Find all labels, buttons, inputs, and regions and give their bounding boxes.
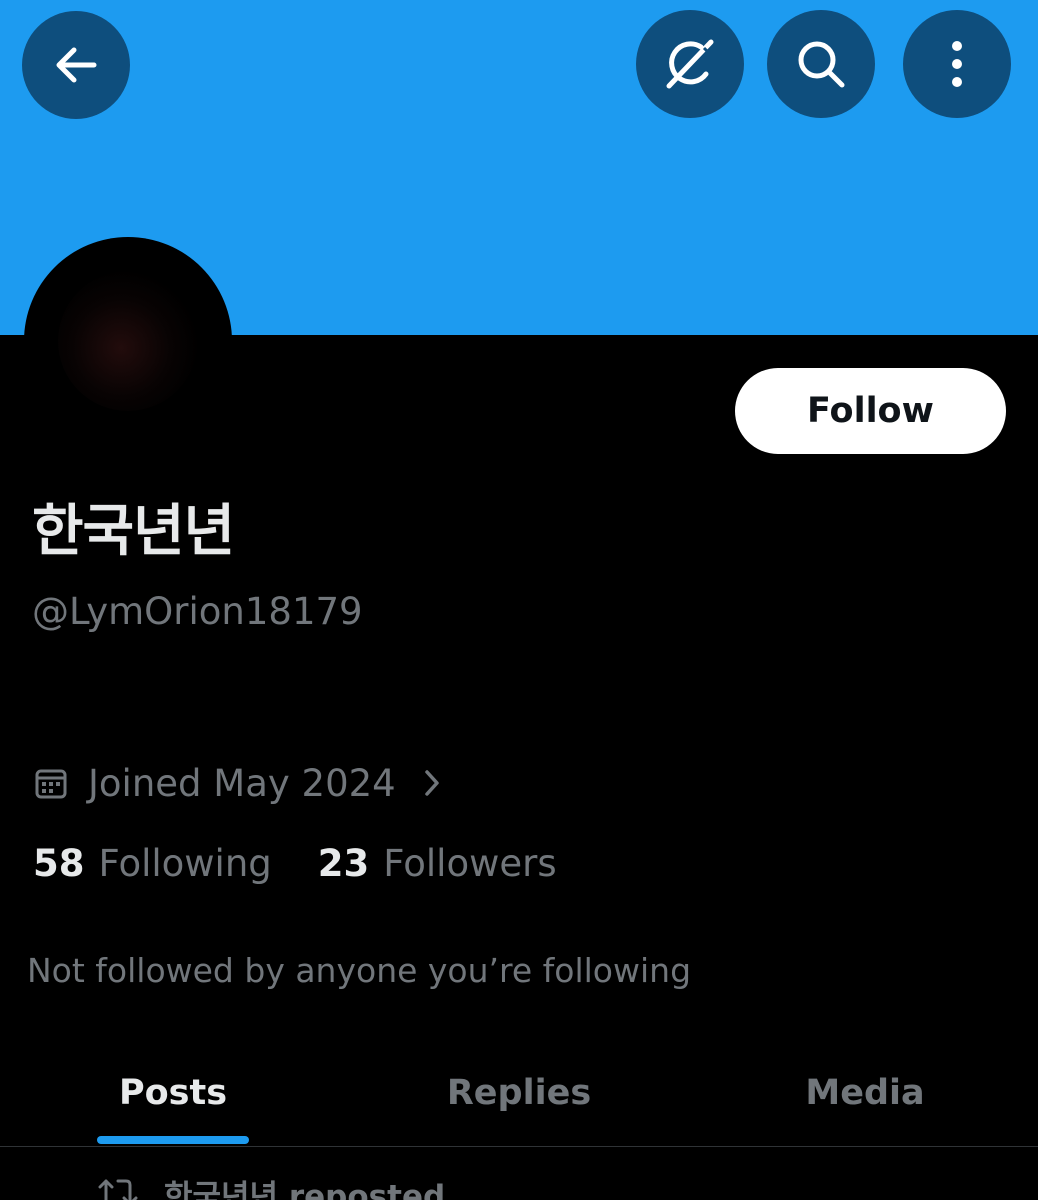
repost-icon bbox=[98, 1179, 138, 1200]
user-handle: @LymOrion18179 bbox=[32, 590, 363, 633]
following-label: Following bbox=[98, 842, 272, 885]
more-options-button[interactable] bbox=[903, 10, 1011, 118]
follow-stats: 58 Following 23 Followers bbox=[33, 842, 557, 894]
grok-icon bbox=[666, 39, 714, 89]
avatar-image bbox=[58, 271, 198, 411]
avatar[interactable] bbox=[24, 237, 232, 445]
calendar-icon bbox=[35, 769, 67, 799]
following-count: 58 bbox=[33, 842, 85, 885]
tab-replies[interactable]: Replies bbox=[346, 1040, 692, 1146]
follow-button[interactable]: Follow bbox=[735, 368, 1006, 454]
more-vertical-icon bbox=[952, 41, 962, 87]
search-button[interactable] bbox=[767, 10, 875, 118]
tab-media[interactable]: Media bbox=[692, 1040, 1038, 1146]
chevron-right-icon bbox=[424, 770, 439, 796]
followers-label: Followers bbox=[383, 842, 557, 885]
repost-label: 한국년년 reposted bbox=[164, 1178, 446, 1200]
grok-button[interactable] bbox=[636, 10, 744, 118]
followers-you-know-text: Not followed by anyone you’re following bbox=[27, 951, 692, 990]
profile-tabs: Posts Replies Media bbox=[0, 1040, 1038, 1146]
display-name: 한국년년 bbox=[32, 499, 235, 564]
joined-date-text: Joined May 2024 bbox=[88, 761, 396, 805]
joined-date-row[interactable]: Joined May 2024 bbox=[34, 755, 442, 811]
back-button[interactable] bbox=[22, 11, 130, 119]
tab-posts[interactable]: Posts bbox=[0, 1040, 346, 1146]
active-tab-indicator bbox=[97, 1136, 249, 1144]
search-icon bbox=[798, 41, 845, 88]
repost-header: 한국년년 reposted bbox=[96, 1168, 445, 1200]
followers-link[interactable]: 23 Followers bbox=[318, 842, 557, 885]
following-link[interactable]: 58 Following bbox=[33, 842, 272, 885]
profile-screen: Follow 한국년년 @LymOrion18179 Joined May 20… bbox=[0, 0, 1038, 1200]
followers-count: 23 bbox=[317, 842, 370, 885]
tabs-divider bbox=[0, 1146, 1038, 1147]
back-arrow-icon bbox=[56, 47, 97, 83]
